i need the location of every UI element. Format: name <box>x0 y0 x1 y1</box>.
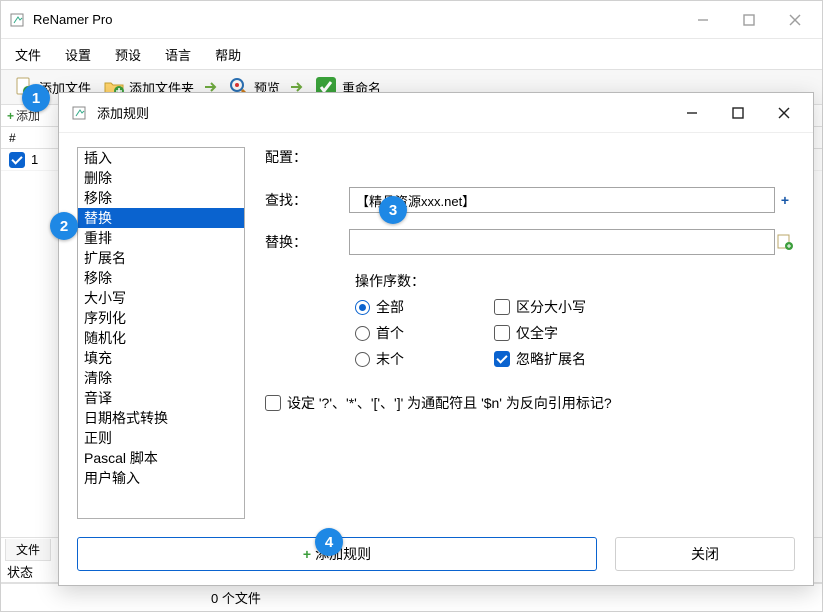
find-input[interactable] <box>349 187 775 213</box>
rule-item-rearrange[interactable]: 重排 <box>78 228 244 248</box>
config-header: 配置： <box>265 147 795 167</box>
rule-item-userinput[interactable]: 用户输入 <box>78 468 244 488</box>
app-title: ReNamer Pro <box>33 12 680 27</box>
rule-item-remove[interactable]: 移除 <box>78 188 244 208</box>
menu-preset[interactable]: 预设 <box>109 43 147 66</box>
config-panel: 配置： 查找： + 替换： 操作序数： 全部 <box>265 147 795 525</box>
menu-settings[interactable]: 设置 <box>59 43 97 66</box>
dialog-maximize-button[interactable] <box>715 97 761 129</box>
rule-item-translit[interactable]: 音译 <box>78 388 244 408</box>
rule-item-serialize[interactable]: 序列化 <box>78 308 244 328</box>
option-whole-word[interactable]: 仅全字 <box>494 323 586 343</box>
minimize-button[interactable] <box>680 4 726 36</box>
callout-badge-2: 2 <box>50 212 78 240</box>
find-label: 查找： <box>265 190 315 210</box>
option-wildcard-label: 设定 '?'、'*'、'['、']' 为通配符且 '$n' 为反向引用标记? <box>287 393 612 413</box>
rule-item-case[interactable]: 大小写 <box>78 288 244 308</box>
option-skip-extension[interactable]: 忽略扩展名 <box>494 349 586 369</box>
rule-item-regex[interactable]: 正则 <box>78 428 244 448</box>
dialog-close-button[interactable] <box>761 97 807 129</box>
replace-input[interactable] <box>349 229 775 255</box>
dialog-minimize-button[interactable] <box>669 97 715 129</box>
close-dialog-label: 关闭 <box>691 544 719 564</box>
replace-meta-icon[interactable] <box>775 234 795 250</box>
rule-item-replace[interactable]: 替换 <box>78 208 244 228</box>
rule-item-pascal[interactable]: Pascal 脚本 <box>78 448 244 468</box>
rule-item-extension[interactable]: 扩展名 <box>78 248 244 268</box>
rule-item-delete[interactable]: 删除 <box>78 168 244 188</box>
dialog-title: 添加规则 <box>97 103 669 122</box>
find-plus-icon[interactable]: + <box>775 192 795 208</box>
rule-item-date[interactable]: 日期格式转换 <box>78 408 244 428</box>
callout-badge-3: 3 <box>379 196 407 224</box>
plus-icon: + <box>303 546 311 562</box>
row-index: 1 <box>31 152 38 167</box>
option-wildcard[interactable]: 设定 '?'、'*'、'['、']' 为通配符且 '$n' 为反向引用标记? <box>265 393 612 413</box>
dialog-icon <box>71 104 89 122</box>
seq-label: 操作序数： <box>355 271 795 291</box>
row-checkbox[interactable] <box>9 152 25 168</box>
seq-option-first[interactable]: 首个 <box>355 323 404 343</box>
option-case-sensitive[interactable]: 区分大小写 <box>494 297 586 317</box>
main-statusbar: 0 个文件 <box>1 583 822 611</box>
callout-badge-1: 1 <box>22 84 50 112</box>
app-logo-icon <box>9 11 27 29</box>
add-rule-dialog: 添加规则 插入 删除 移除 替换 重排 扩展名 移除 大小写 序列化 随机化 填… <box>58 92 814 586</box>
files-tab[interactable]: 文件 <box>5 539 51 561</box>
seq-option-all[interactable]: 全部 <box>355 297 404 317</box>
rule-type-list[interactable]: 插入 删除 移除 替换 重排 扩展名 移除 大小写 序列化 随机化 填充 清除 … <box>77 147 245 519</box>
main-titlebar: ReNamer Pro <box>1 1 822 39</box>
maximize-button[interactable] <box>726 4 772 36</box>
dialog-titlebar: 添加规则 <box>59 93 813 133</box>
callout-badge-4: 4 <box>315 528 343 556</box>
plus-icon: + <box>7 109 14 123</box>
menu-file[interactable]: 文件 <box>9 43 47 66</box>
status-file-count: 0 个文件 <box>211 588 261 607</box>
rule-item-cleanup[interactable]: 清除 <box>78 368 244 388</box>
rule-item-strip[interactable]: 移除 <box>78 268 244 288</box>
rule-item-padding[interactable]: 填充 <box>78 348 244 368</box>
close-dialog-button[interactable]: 关闭 <box>615 537 795 571</box>
main-menu: 文件 设置 预设 语言 帮助 <box>1 39 822 69</box>
seq-option-last[interactable]: 末个 <box>355 349 404 369</box>
hash-header-label: # <box>9 131 16 145</box>
rule-item-insert[interactable]: 插入 <box>78 148 244 168</box>
replace-label: 替换： <box>265 232 315 252</box>
rule-item-randomize[interactable]: 随机化 <box>78 328 244 348</box>
menu-language[interactable]: 语言 <box>159 43 197 66</box>
close-button[interactable] <box>772 4 818 36</box>
menu-help[interactable]: 帮助 <box>209 43 247 66</box>
